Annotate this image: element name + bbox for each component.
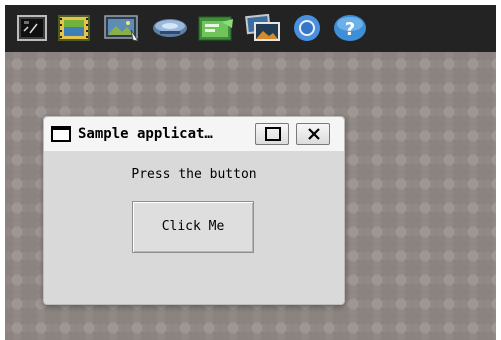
maximize-icon (265, 127, 281, 141)
maximize-button[interactable] (255, 123, 289, 145)
web-browser-icon[interactable] (198, 14, 234, 42)
screen: ? Sample applicat… Press the button Clic… (5, 5, 496, 340)
window-content: Press the button Click Me (50, 153, 338, 295)
terminal-icon[interactable] (17, 14, 47, 42)
photo-manager-icon[interactable] (245, 14, 281, 42)
window-titlebar[interactable]: Sample applicat… (44, 117, 344, 151)
prompt-label: Press the button (131, 167, 257, 182)
disk-drive-icon[interactable] (152, 14, 188, 42)
click-me-button[interactable]: Click Me (132, 201, 254, 253)
window-icon (51, 126, 71, 142)
application-window: Sample applicat… Press the button Click … (43, 116, 345, 305)
close-button[interactable] (296, 123, 330, 145)
close-icon (308, 128, 320, 140)
help-icon[interactable]: ? (333, 14, 367, 42)
chromium-icon[interactable] (292, 14, 322, 42)
taskbar: ? (5, 5, 496, 52)
window-title: Sample applicat… (78, 126, 213, 142)
svg-text:?: ? (345, 19, 355, 40)
film-strip-icon[interactable] (57, 14, 91, 42)
image-viewer-icon[interactable] (104, 14, 142, 42)
